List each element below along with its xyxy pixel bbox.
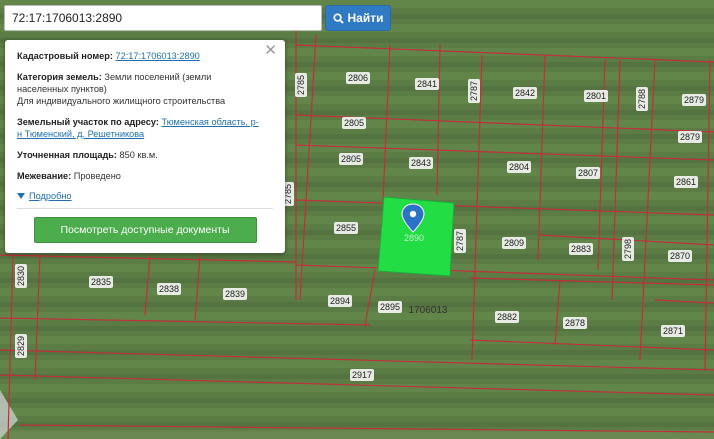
search-button-label: Найти bbox=[347, 11, 384, 25]
parcel-number-label: 2895 bbox=[380, 302, 400, 312]
parcel-number-label: 2839 bbox=[225, 289, 245, 299]
search-input[interactable]: 72:17:1706013:2890 bbox=[4, 5, 322, 31]
parcel-number-label: 2801 bbox=[586, 91, 606, 101]
parcel-number-label: 2878 bbox=[565, 318, 585, 328]
divider bbox=[17, 208, 273, 209]
parcel-number-label: 2805 bbox=[344, 118, 364, 128]
parcel-number-label: 2838 bbox=[159, 284, 179, 294]
selected-parcel-label: 2890 bbox=[404, 233, 424, 243]
parcel-number-label: 2835 bbox=[91, 277, 111, 287]
details-link[interactable]: Подробно bbox=[29, 191, 72, 201]
parcel-number-label: 2870 bbox=[670, 251, 690, 261]
parcel-number-label: 2855 bbox=[336, 223, 356, 233]
parcel-number-label: 2841 bbox=[417, 79, 437, 89]
details-toggle[interactable]: Подробно bbox=[17, 191, 273, 201]
parcel-number-label: 2882 bbox=[497, 312, 517, 322]
view-documents-button[interactable]: Посмотреть доступные документы bbox=[33, 217, 257, 243]
address-link-2[interactable]: н Тюменский, д. Решетникова bbox=[17, 129, 144, 139]
parcel-number-label: 2843 bbox=[411, 158, 431, 168]
parcel-number-label: 2804 bbox=[509, 162, 529, 172]
parcel-number-label: 2787 bbox=[469, 81, 479, 101]
triangle-down-icon bbox=[17, 193, 25, 199]
parcel-number-label: 2805 bbox=[341, 154, 361, 164]
address-link-1[interactable]: Тюменская область, р- bbox=[162, 117, 259, 127]
parcel-number-label: 2879 bbox=[684, 95, 704, 105]
quarter-number-label: 1706013 bbox=[409, 305, 448, 316]
parcel-number-label: 2787 bbox=[455, 231, 465, 251]
parcel-number-label: 2785 bbox=[296, 75, 306, 95]
parcel-number-label: 2917 bbox=[352, 370, 372, 380]
parcel-number-label: 2829 bbox=[16, 336, 26, 356]
parcel-number-label: 2871 bbox=[663, 326, 683, 336]
parcel-info-popup: ✕ Кадастровый номер: 72:17:1706013:2890 … bbox=[5, 40, 285, 253]
parcel-number-label: 2830 bbox=[16, 266, 26, 286]
cadastral-number-row: Кадастровый номер: 72:17:1706013:2890 bbox=[17, 51, 200, 61]
survey-row: Межевание: Проведено bbox=[17, 171, 121, 181]
parcel-number-label: 2883 bbox=[571, 244, 591, 254]
parcel-number-label: 2798 bbox=[623, 239, 633, 259]
parcel-number-label: 2861 bbox=[676, 177, 696, 187]
area-row: Уточненная площадь: 850 кв.м. bbox=[17, 150, 158, 160]
land-category-row: Категория земель: Земли поселений (земли… bbox=[17, 72, 226, 106]
address-row: Земельный участок по адресу: Тюменская о… bbox=[17, 117, 259, 139]
parcel-number-label: 2807 bbox=[578, 168, 598, 178]
search-button[interactable]: Найти bbox=[325, 5, 391, 31]
parcel-number-label: 2806 bbox=[348, 73, 368, 83]
parcel-number-label: 2879 bbox=[680, 132, 700, 142]
parcel-number-label: 2842 bbox=[515, 88, 535, 98]
cadastral-number-link[interactable]: 72:17:1706013:2890 bbox=[115, 51, 199, 61]
parcel-number-label: 2788 bbox=[637, 89, 647, 109]
search-icon bbox=[332, 12, 344, 24]
close-icon[interactable]: ✕ bbox=[264, 43, 277, 59]
parcel-number-label: 2809 bbox=[504, 238, 524, 248]
parcel-number-label: 2894 bbox=[330, 296, 350, 306]
